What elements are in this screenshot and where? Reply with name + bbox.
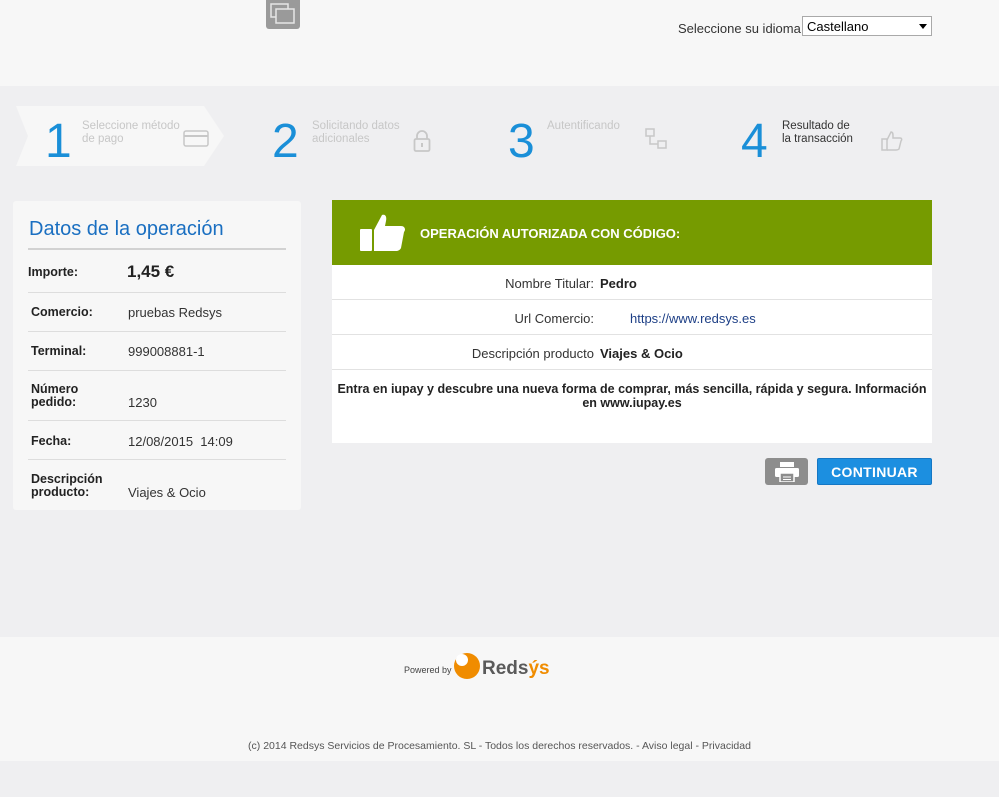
iupay-promo-text: Entra en iupay y descubre una nueva form… (337, 382, 927, 410)
bottom-band (0, 761, 999, 797)
holder-row: Nombre Titular: Pedro (332, 265, 932, 300)
redsys-brand-text: Redsýs (482, 658, 550, 679)
divider (28, 292, 286, 293)
thumbs-up-icon (881, 131, 903, 151)
date-label: Fecha: (31, 434, 72, 448)
step-3-number: 3 (508, 115, 535, 168)
step-4-label: Resultado de la transacción (782, 120, 853, 145)
step-4-number: 4 (741, 115, 768, 168)
result-header: OPERACIÓN AUTORIZADA CON CÓDIGO: (332, 200, 932, 265)
divider (28, 248, 286, 250)
operation-details-title: Datos de la operación (29, 218, 224, 240)
url-row: Url Comercio: https://www.redsys.es (332, 300, 932, 335)
result-card: OPERACIÓN AUTORIZADA CON CÓDIGO: Nombre … (332, 200, 932, 443)
powered-by-label: Powered by (404, 665, 452, 675)
description-row: Descripción producto Viajes & Ocio (332, 335, 932, 370)
divider (28, 459, 286, 460)
printer-icon (775, 462, 799, 482)
holder-label: Nombre Titular: (505, 276, 594, 291)
terminal-label: Terminal: (31, 344, 87, 358)
description-value: Viajes & Ocio (600, 346, 683, 361)
privacy-link[interactable]: Privacidad (702, 740, 751, 752)
chevron-down-icon (919, 24, 927, 29)
authentication-icon (645, 128, 667, 149)
divider (28, 370, 286, 371)
order-label: Número pedido: (31, 382, 79, 409)
description-label: Descripción producto (471, 346, 594, 361)
language-selected-value: Castellano (807, 19, 869, 34)
copyright-line: (c) 2014 Redsys Servicios de Procesamien… (248, 740, 751, 752)
url-label: Url Comercio: (514, 311, 594, 326)
legal-notice-link[interactable]: Aviso legal (642, 740, 693, 752)
product-value: Viajes & Ocio (128, 485, 206, 500)
amount-label: Importe: (28, 265, 78, 279)
redsys-logo-icon (454, 653, 480, 679)
thumbs-up-icon (360, 214, 405, 251)
result-heading: OPERACIÓN AUTORIZADA CON CÓDIGO: (420, 226, 681, 241)
header: Seleccione su idioma Castellano (0, 0, 999, 86)
step-1-label: Seleccione método de pago (82, 120, 180, 145)
divider (28, 420, 286, 421)
step-1-number: 1 (45, 115, 72, 168)
merchant-url-link[interactable]: https://www.redsys.es (630, 311, 756, 326)
merchant-value: pruebas Redsys (128, 305, 222, 320)
divider (28, 331, 286, 332)
date-value: 12/08/2015 14:09 (128, 434, 233, 449)
order-value: 1230 (128, 395, 157, 410)
product-label: Descripción producto: (31, 472, 103, 499)
holder-value: Pedro (600, 276, 637, 291)
copyright-text: (c) 2014 Redsys Servicios de Procesamien… (248, 740, 634, 752)
lock-icon (413, 130, 431, 152)
merchant-label: Comercio: (31, 305, 93, 319)
amount-value: 1,45 € (127, 262, 175, 281)
progress-steps: 1 Seleccione método de pago 2 Solicitand… (0, 106, 999, 168)
terminal-value: 999008881-1 (128, 344, 205, 359)
merchant-logo-icon (266, 0, 300, 29)
credit-card-icon (183, 130, 209, 147)
step-2-number: 2 (272, 115, 299, 168)
step-3-label: Autentificando (547, 120, 620, 132)
footer: Powered by Redsýs (c) 2014 Redsys Servic… (0, 637, 999, 761)
continue-button[interactable]: CONTINUAR (817, 458, 932, 485)
language-label: Seleccione su idioma (678, 21, 801, 36)
step-2-label: Solicitando datos adicionales (312, 120, 400, 145)
print-button[interactable] (765, 458, 808, 485)
operation-details-panel: Datos de la operación Importe: 1,45 € Co… (13, 201, 301, 510)
language-select[interactable]: Castellano (802, 16, 932, 36)
